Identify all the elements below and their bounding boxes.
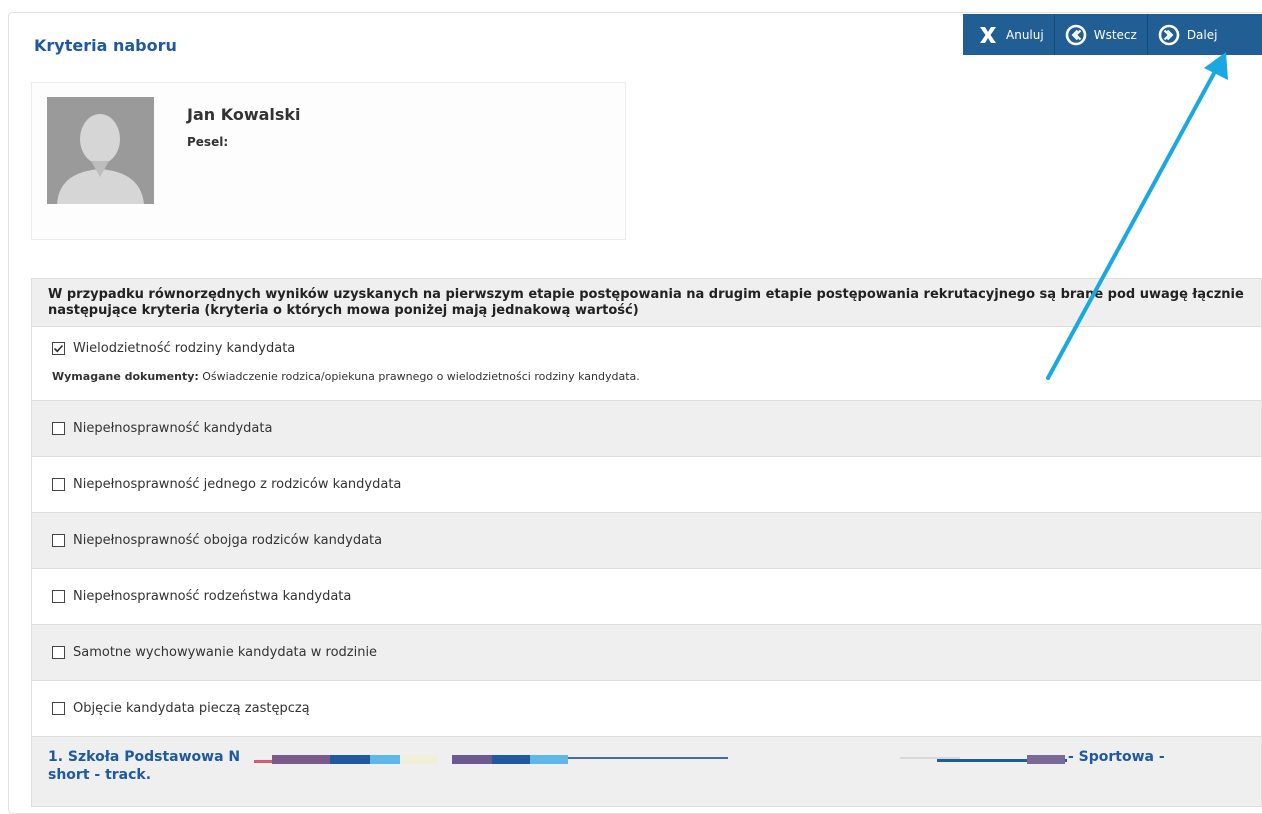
page-title: Kryteria naboru [34, 36, 177, 55]
required-documents-label: Wymagane dokumenty: [52, 370, 199, 383]
close-icon [977, 24, 999, 46]
redaction-block [452, 755, 492, 764]
criterion-label: Niepełnosprawność rodzeństwa kandydata [73, 589, 352, 604]
redaction-block [492, 755, 530, 764]
redaction-block [370, 755, 400, 764]
user-silhouette-icon [47, 97, 154, 204]
criterion-checkbox[interactable] [52, 590, 65, 603]
criterion-checkbox[interactable] [52, 478, 65, 491]
redaction-block [272, 755, 330, 764]
criteria-section: W przypadku równorzędnych wyników uzyska… [31, 278, 1262, 807]
redaction-block [530, 755, 568, 764]
cancel-button[interactable]: Anuluj [963, 14, 1055, 55]
avatar [47, 97, 154, 204]
circle-chevron-right-icon [1158, 24, 1180, 46]
candidate-profile-card: Jan Kowalski Pesel: [31, 82, 626, 240]
criterion-checkbox[interactable] [52, 422, 65, 435]
redaction-block [1027, 755, 1065, 764]
school-preference-row: 1. Szkoła Podstawowa N - Sportowa - shor… [31, 737, 1262, 807]
criterion-checkbox[interactable] [52, 534, 65, 547]
redaction-block [568, 757, 728, 759]
criterion-row: Niepełnosprawność jednego z rodziców kan… [31, 457, 1262, 513]
back-button[interactable]: Wstecz [1055, 14, 1148, 55]
back-label: Wstecz [1093, 27, 1137, 42]
criterion-label: Samotne wychowywanie kandydata w rodzini… [73, 645, 378, 660]
criterion-row: Objęcie kandydata pieczą zastępczą [31, 681, 1262, 737]
criterion-checkbox[interactable] [52, 702, 65, 715]
pesel-label: Pesel: [187, 135, 229, 149]
criterion-row: Samotne wychowywanie kandydata w rodzini… [31, 625, 1262, 681]
action-toolbar: Anuluj Wstecz Dalej [963, 14, 1262, 55]
required-documents: Wymagane dokumenty: Oświadczenie rodzica… [52, 370, 640, 383]
school-name-line2: short - track. [48, 767, 152, 783]
checkmark-icon [53, 344, 64, 353]
criterion-label: Wielodzietność rodziny kandydata [73, 341, 296, 356]
criterion-label: Objęcie kandydata pieczą zastępczą [73, 701, 310, 716]
redaction-block [400, 755, 438, 764]
criterion-label: Niepełnosprawność jednego z rodziców kan… [73, 477, 402, 492]
criterion-checkbox-checked[interactable] [52, 342, 65, 355]
criterion-checkbox[interactable] [52, 646, 65, 659]
criteria-description: W przypadku równorzędnych wyników uzyska… [31, 278, 1262, 327]
school-name-suffix: - Sportowa - [1068, 749, 1165, 765]
criterion-label: Niepełnosprawność kandydata [73, 421, 273, 436]
circle-chevron-left-icon [1065, 24, 1087, 46]
cancel-label: Anuluj [1006, 27, 1044, 42]
school-name-prefix: 1. Szkoła Podstawowa N [48, 749, 241, 765]
criterion-row: Niepełnosprawność kandydata [31, 401, 1262, 457]
criterion-row: Wielodzietność rodziny kandydata Wymagan… [31, 327, 1262, 401]
required-documents-text: Oświadczenie rodzica/opiekuna prawnego o… [202, 370, 640, 383]
next-button[interactable]: Dalej [1148, 14, 1228, 55]
candidate-name: Jan Kowalski [187, 105, 301, 124]
criterion-label: Niepełnosprawność obojga rodziców kandyd… [73, 533, 383, 548]
criterion-row: Niepełnosprawność obojga rodziców kandyd… [31, 513, 1262, 569]
next-label: Dalej [1186, 27, 1218, 42]
redaction-block [330, 755, 370, 764]
criterion-row: Niepełnosprawność rodzeństwa kandydata [31, 569, 1262, 625]
